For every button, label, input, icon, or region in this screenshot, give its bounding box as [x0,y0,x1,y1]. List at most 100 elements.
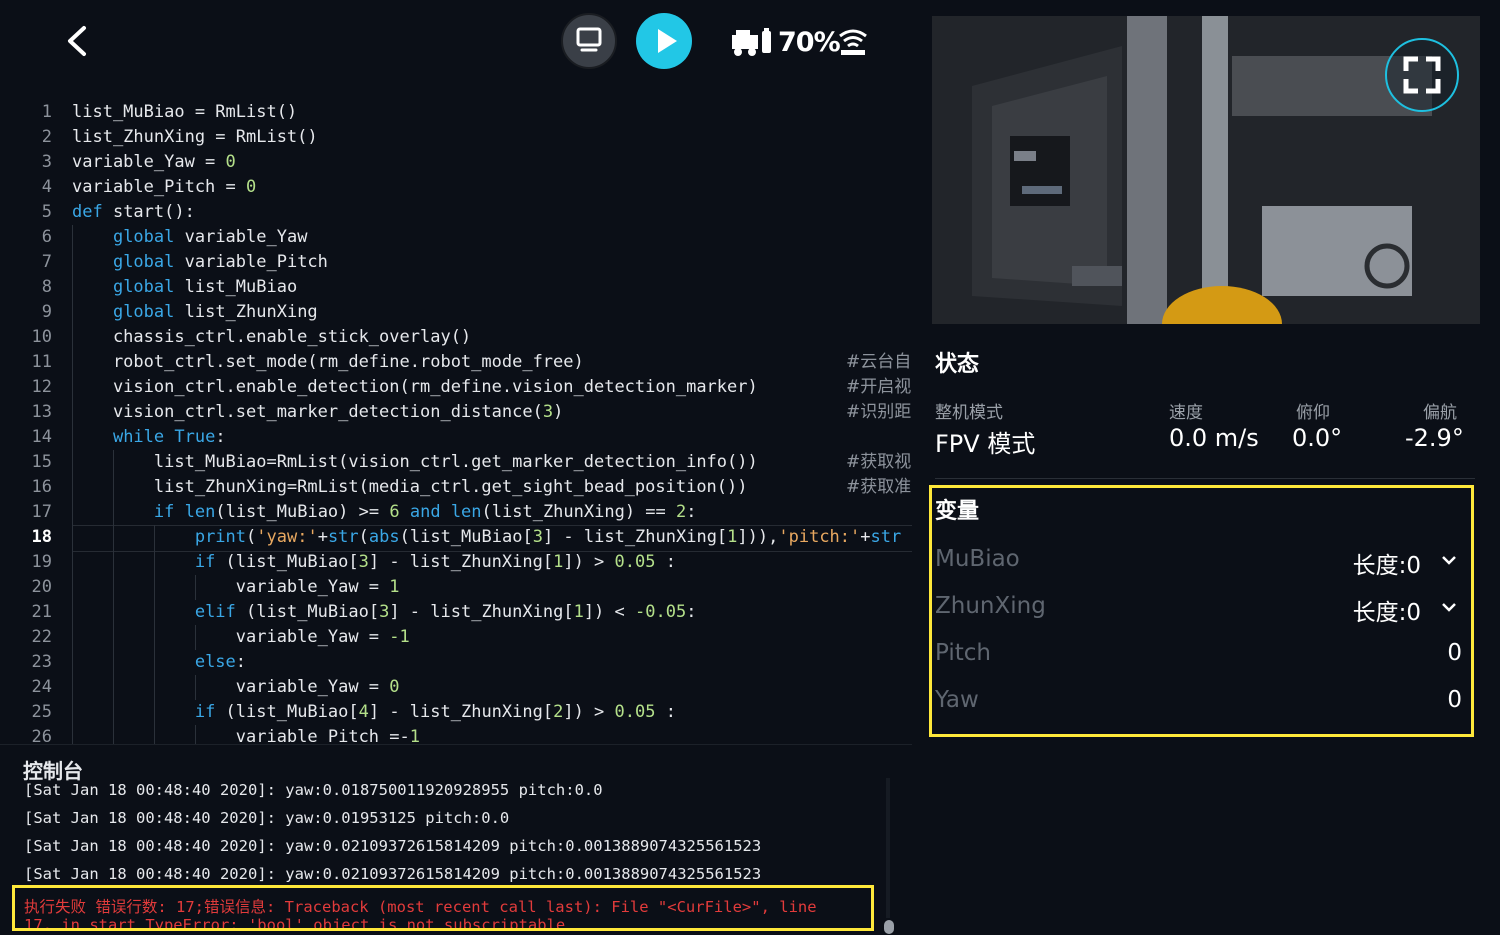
code-line[interactable]: 10 chassis_ctrl.enable_stick_overlay() [20,325,912,350]
mode-value: FPV 模式 [935,430,1036,458]
pitch-label: 俯仰 [1296,403,1330,423]
code-text: else: [194,652,247,672]
indent-guide [195,725,196,744]
chevron-down-icon[interactable] [1440,554,1458,566]
console-log-line: [Sat Jan 18 00:48:40 2020]: yaw:0.019531… [24,809,510,827]
pitch-value: 0.0° [1292,424,1343,452]
code-comment: #开启视 [846,377,912,397]
code-text: def start(): [72,202,195,222]
line-number: 1 [41,102,52,122]
line-number: 9 [41,302,52,322]
yaw-label: 偏航 [1423,403,1457,423]
variable-name-yaw: Yaw [935,687,979,713]
back-button[interactable] [58,20,98,62]
code-line[interactable]: 1 list_MuBiao = RmList() [20,100,912,125]
code-text: list_ZhunXing=RmList(media_ctrl.get_sigh… [72,477,748,497]
code-line[interactable]: 8 global list_MuBiao [20,275,912,300]
code-line[interactable]: 2 list_ZhunXing = RmList() [20,125,912,150]
code-text: elif (list_MuBiao[3] - list_ZhunXing[1])… [194,602,697,622]
fullscreen-button[interactable] [1385,38,1459,112]
screen-toggle-button[interactable] [561,13,617,69]
chevron-down-icon[interactable] [1440,601,1458,613]
code-line[interactable]: 7 global variable_Pitch [20,250,912,275]
error-message-line: 执行失败 错误行数: 17;错误信息: Traceback (most rece… [24,898,817,916]
code-text: list_ZhunXing = RmList() [72,127,318,147]
code-line[interactable]: 16 list_ZhunXing=RmList(media_ctrl.get_s… [20,475,912,500]
code-text: variable_Yaw = -1 [72,627,410,647]
code-text: while True: [112,427,226,447]
line-number: 19 [31,552,52,572]
line-number: 2 [41,127,52,147]
code-line[interactable]: 4 variable_Pitch = 0 [20,175,912,200]
line-number: 3 [41,152,52,172]
yaw-value: -2.9° [1405,424,1464,452]
line-number: 10 [31,327,52,347]
variable-value-yaw: 0 [1447,687,1462,713]
line-number: 24 [31,677,52,697]
line-number: 4 [41,177,52,197]
line-number: 17 [31,502,52,522]
console-panel[interactable]: 控制台 [Sat Jan 18 00:48:40 2020]: yaw:0.01… [0,744,912,935]
line-number: 5 [41,202,52,222]
code-comment: #识别距 [846,402,912,422]
line-number: 18 [31,527,52,547]
code-text: global variable_Pitch [112,252,328,272]
code-line[interactable]: 14 while True: [20,425,912,450]
code-line[interactable]: 9 global list_ZhunXing [20,300,912,325]
line-number: 8 [41,277,52,297]
code-text: chassis_ctrl.enable_stick_overlay() [72,327,472,347]
indent-guide [195,575,196,600]
console-log-line: [Sat Jan 18 00:48:40 2020]: yaw:0.018750… [24,781,603,799]
code-line[interactable]: 11 robot_ctrl.set_mode(rm_define.robot_m… [20,350,912,375]
code-text: if (list_MuBiao[3] - list_ZhunXing[1]) >… [194,552,676,572]
robot-battery-icon [732,28,771,56]
console-scroll-thumb[interactable] [884,920,894,934]
robot-battery: 70% [730,24,841,60]
console-scrollbar[interactable] [886,778,890,918]
variable-value-zhunxing[interactable]: 长度:0 [1300,593,1421,627]
code-editor[interactable]: 1 list_MuBiao = RmList() 2 list_ZhunXing = … [20,100,912,744]
code-comment: #云台自 [846,352,912,372]
line-number: 11 [31,352,52,372]
code-text: vision_ctrl.set_marker_detection_distanc… [72,402,564,422]
code-text: list_MuBiao = RmList() [72,102,298,122]
code-line[interactable]: 15 list_MuBiao=RmList(vision_ctrl.get_ma… [20,450,912,475]
code-comment: #获取准 [846,477,912,497]
console-log-line: [Sat Jan 18 00:48:40 2020]: yaw:0.021093… [24,865,762,883]
mode-label: 整机模式 [935,403,1003,423]
line-number: 13 [31,402,52,422]
indent-guide [195,625,196,650]
variables-title: 变量 [935,499,980,524]
fullscreen-icon [1403,56,1441,94]
code-comment: #获取视 [846,452,912,472]
line-number: 20 [31,577,52,597]
indent-guide [195,675,196,700]
line-number: 15 [31,452,52,472]
console-log-line: [Sat Jan 18 00:48:40 2020]: yaw:0.021093… [24,837,762,855]
variable-value-pitch: 0 [1447,640,1462,666]
code-text: if (list_MuBiao[4] - list_ZhunXing[2]) >… [194,702,676,722]
variable-name-mubiao: MuBiao [935,546,1020,572]
line-number: 6 [41,227,52,247]
code-line[interactable]: 17 if len(list_MuBiao) >= 6 and len(list… [20,500,912,525]
code-text: variable_Yaw = 0 [72,152,236,172]
variable-value-mubiao[interactable]: 长度:0 [1300,546,1421,580]
code-text: robot_ctrl.set_mode(rm_define.robot_mode… [72,352,584,372]
section-divider [935,478,1475,479]
code-line[interactable]: 3 variable_Yaw = 0 [20,150,912,175]
code-line[interactable]: 6 global variable_Yaw [20,225,912,250]
code-text: variable_Yaw = 0 [72,677,400,697]
code-text: if len(list_MuBiao) >= 6 and len(list_Zh… [153,502,697,522]
run-button[interactable] [636,13,692,69]
line-number: 12 [31,377,52,397]
status-title: 状态 [935,352,980,377]
code-text: global list_ZhunXing [112,302,318,322]
error-message-box: 执行失败 错误行数: 17;错误信息: Traceback (most rece… [12,885,874,931]
code-text: global variable_Yaw [112,227,308,247]
code-line[interactable]: 5 def start(): [20,200,912,225]
code-line[interactable]: 12 vision_ctrl.enable_detection(rm_defin… [20,375,912,400]
line-number: 23 [31,652,52,672]
code-line[interactable]: 13 vision_ctrl.set_marker_detection_dist… [20,400,912,425]
play-icon [658,29,677,53]
code-text: vision_ctrl.enable_detection(rm_define.v… [72,377,758,397]
